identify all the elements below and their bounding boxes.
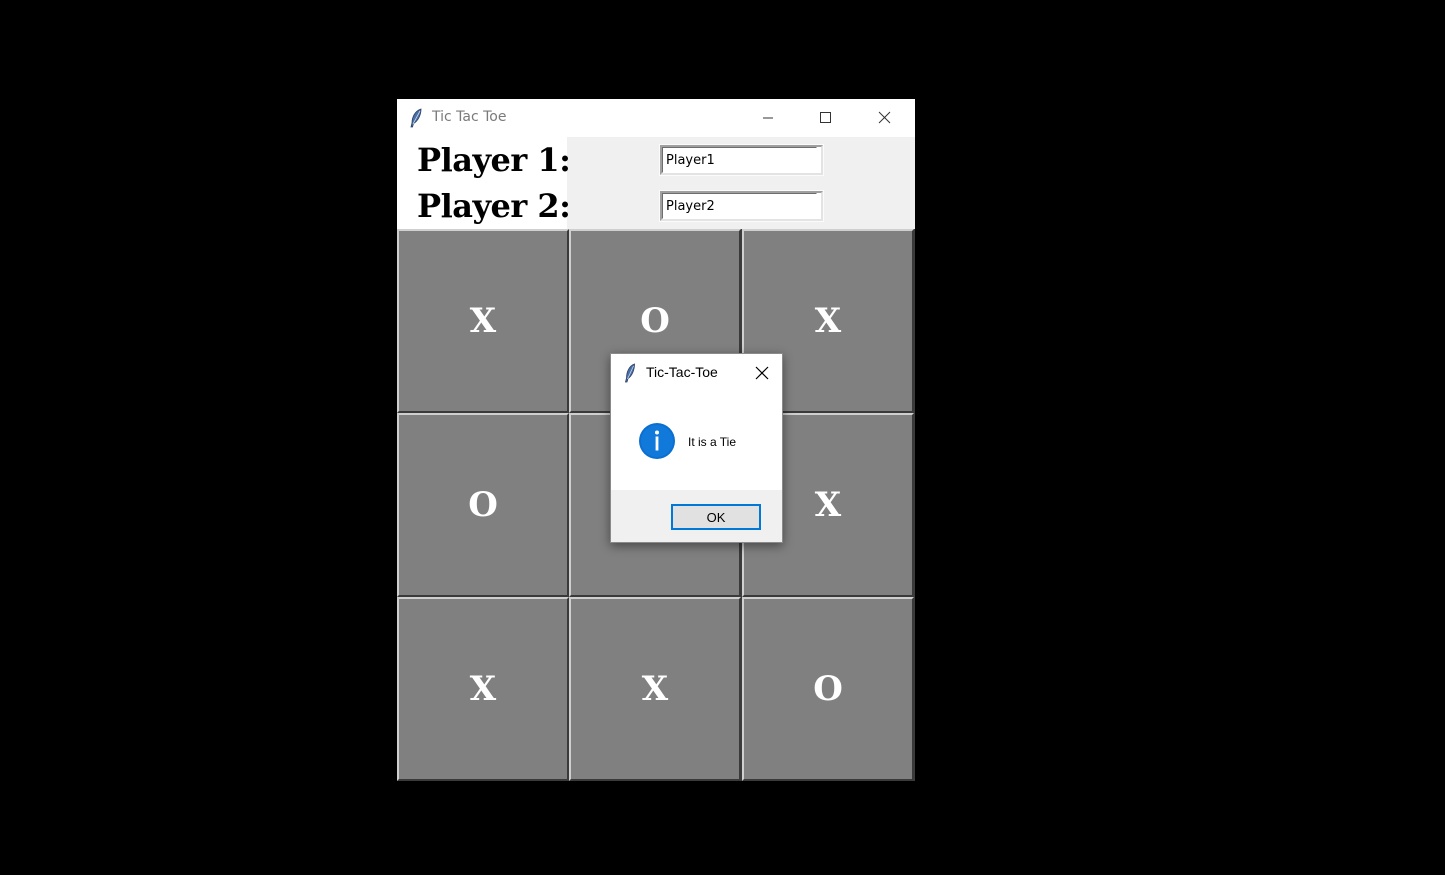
board-cell-9[interactable]: O <box>742 597 914 781</box>
close-icon <box>755 366 769 380</box>
player1-field-frame <box>659 144 824 176</box>
desktop: Tic Tac Toe Player 1: Player 2: Player1 … <box>0 0 1445 875</box>
board-cell-1[interactable]: X <box>397 229 569 413</box>
dialog-title: Tic-Tac-Toe <box>646 364 718 380</box>
ok-button[interactable]: OK <box>671 504 761 530</box>
dialog-close-button[interactable] <box>749 360 775 386</box>
feather-icon <box>409 108 423 128</box>
minimize-icon <box>763 117 773 119</box>
info-icon <box>638 422 676 460</box>
player-names-panel: Player 1: Player 2: <box>397 137 915 229</box>
dialog-footer: OK <box>611 490 782 542</box>
player2-label: Player 2: <box>417 187 571 225</box>
maximize-icon <box>820 112 831 123</box>
ok-button-label: OK <box>706 509 726 525</box>
player1-input[interactable] <box>662 147 817 173</box>
player-labels-column: Player 1: Player 2: <box>397 137 571 229</box>
board-cell-7[interactable]: X <box>397 597 569 781</box>
player2-field-frame <box>659 190 824 222</box>
close-button[interactable] <box>857 99 915 137</box>
window-title: Tic Tac Toe <box>432 109 507 125</box>
player1-label: Player 1: <box>417 141 571 179</box>
minimize-button[interactable] <box>739 99 797 137</box>
close-icon <box>878 111 891 124</box>
maximize-button[interactable] <box>797 99 855 137</box>
board-cell-4[interactable]: O <box>397 413 569 597</box>
player2-input[interactable] <box>662 193 817 219</box>
dialog-message: It is a Tie <box>688 435 737 449</box>
title-bar[interactable]: Tic Tac Toe <box>397 99 915 137</box>
feather-icon <box>624 363 636 383</box>
message-dialog: Tic-Tac-Toe It is a Tie OK <box>610 353 783 543</box>
board-cell-8[interactable]: X <box>569 597 741 781</box>
